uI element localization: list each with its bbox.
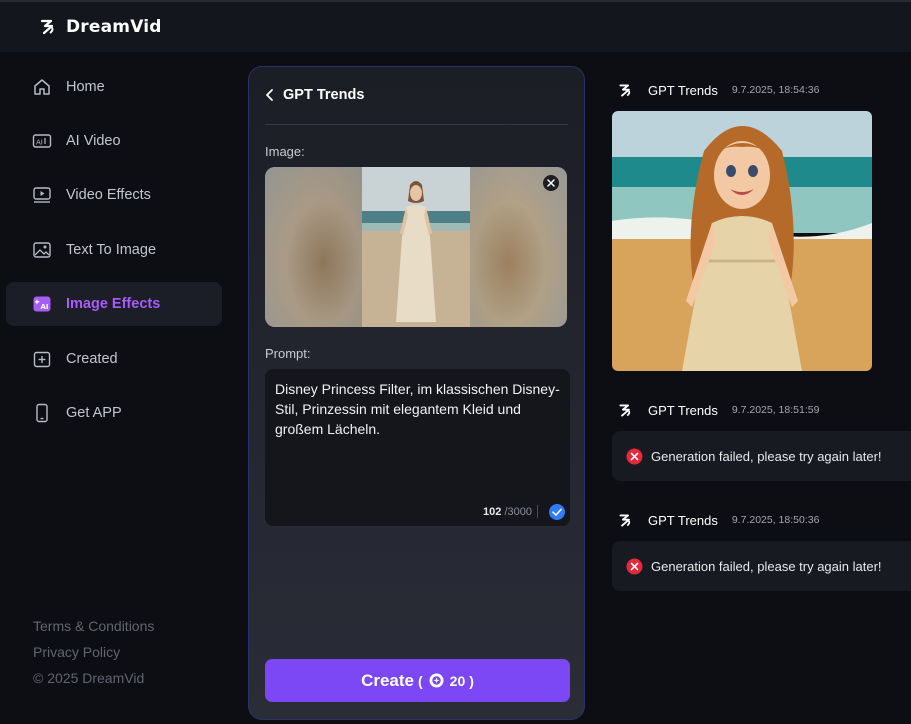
error-text: Generation failed, please try again late…: [651, 558, 882, 574]
generated-image: [612, 111, 872, 371]
feed-item-time: 9.7.2025, 18:51:59: [731, 404, 820, 416]
feed-item-time: 9.7.2025, 18:50:36: [731, 514, 820, 526]
sidebar-item-ai-video[interactable]: AI AI Video: [6, 119, 222, 163]
image-blur-left: [265, 167, 362, 327]
error-message-box: Generation failed, please try again late…: [612, 541, 911, 591]
result-image[interactable]: [612, 111, 872, 371]
ai-video-icon: AI: [32, 131, 52, 151]
image-label: Image:: [265, 144, 305, 159]
error-icon: [626, 558, 643, 574]
app-logo[interactable]: DreamVid: [38, 17, 162, 37]
feed-item-name: GPT Trends: [648, 402, 718, 418]
sidebar-item-label: Video Effects: [66, 187, 151, 203]
check-icon[interactable]: [548, 503, 566, 521]
created-icon: [32, 349, 52, 369]
sidebar-item-created[interactable]: Created: [6, 337, 222, 381]
feed-item-name: GPT Trends: [648, 82, 718, 98]
create-label: Create: [361, 670, 414, 690]
open-paren: (: [418, 672, 423, 689]
credit-cost: 20: [449, 672, 466, 689]
image-effects-icon: AI: [32, 294, 52, 314]
top-bar: DreamVid: [0, 0, 911, 52]
video-effects-icon: [32, 185, 52, 205]
back-chevron-icon[interactable]: [265, 88, 275, 102]
uploaded-image[interactable]: [265, 167, 567, 327]
sidebar: Home AI AI Video Video Effects Text To I…: [0, 52, 232, 724]
phone-icon: [32, 403, 52, 423]
text-to-image-icon: [32, 240, 52, 260]
sidebar-item-label: Image Effects: [66, 296, 161, 312]
terms-link[interactable]: Terms & Conditions: [33, 618, 154, 635]
sidebar-item-get-app[interactable]: Get APP: [6, 391, 222, 435]
remove-image-button[interactable]: [543, 175, 559, 191]
sidebar-item-video-effects[interactable]: Video Effects: [6, 173, 222, 217]
prompt-label: Prompt:: [265, 346, 311, 361]
coin-icon: [429, 673, 444, 688]
sidebar-item-label: Created: [66, 351, 118, 367]
prompt-input[interactable]: Disney Princess Filter, im klassischen D…: [265, 369, 570, 526]
error-text: Generation failed, please try again late…: [651, 448, 882, 464]
dreamvid-logo-icon: [40, 19, 54, 35]
sidebar-item-label: AI Video: [66, 133, 121, 149]
dreamvid-logo-icon: [619, 513, 631, 527]
svg-text:AI: AI: [36, 139, 43, 147]
error-message-box: Generation failed, please try again late…: [612, 431, 911, 481]
dreamvid-logo-icon: [619, 83, 631, 97]
sidebar-item-label: Text To Image: [66, 242, 157, 258]
divider: [265, 124, 568, 125]
feed-item-header: GPT Trends 9.7.2025, 18:50:36: [617, 510, 819, 530]
app-name: DreamVid: [66, 17, 162, 37]
privacy-link[interactable]: Privacy Policy: [33, 644, 154, 661]
feed-item-header: GPT Trends 9.7.2025, 18:51:59: [617, 400, 819, 420]
copyright-text: © 2025 DreamVid: [33, 670, 145, 686]
home-icon: [32, 77, 52, 97]
create-button[interactable]: Create ( 20 ): [265, 659, 570, 702]
panel-title: GPT Trends: [283, 87, 365, 103]
feed-item-name: GPT Trends: [648, 512, 718, 528]
sidebar-item-label: Get APP: [66, 405, 122, 421]
feed-item-time: 9.7.2025, 18:54:36: [731, 84, 820, 96]
uploaded-photo: [362, 167, 470, 327]
effect-panel: GPT Trends Image: Prompt: Disney Princes…: [248, 66, 585, 720]
panel-header: GPT Trends: [265, 87, 364, 103]
sidebar-item-text-to-image[interactable]: Text To Image: [6, 228, 222, 272]
prompt-text[interactable]: Disney Princess Filter, im klassischen D…: [275, 379, 560, 439]
sidebar-item-label: Home: [66, 79, 105, 95]
char-counter: 102 /3000: [483, 506, 532, 518]
feed-item-header: GPT Trends 9.7.2025, 18:54:36: [617, 80, 819, 100]
close-paren: ): [469, 672, 474, 689]
sidebar-item-home[interactable]: Home: [6, 65, 222, 109]
counter-divider: [537, 505, 538, 518]
footer-links: Terms & Conditions Privacy Policy © 2025…: [33, 618, 154, 696]
dreamvid-logo-icon: [619, 403, 631, 417]
image-blur-right: [470, 167, 567, 327]
close-icon: [547, 179, 555, 187]
error-icon: [626, 448, 643, 464]
sidebar-item-image-effects[interactable]: AI Image Effects: [6, 282, 222, 326]
svg-text:AI: AI: [41, 303, 49, 311]
